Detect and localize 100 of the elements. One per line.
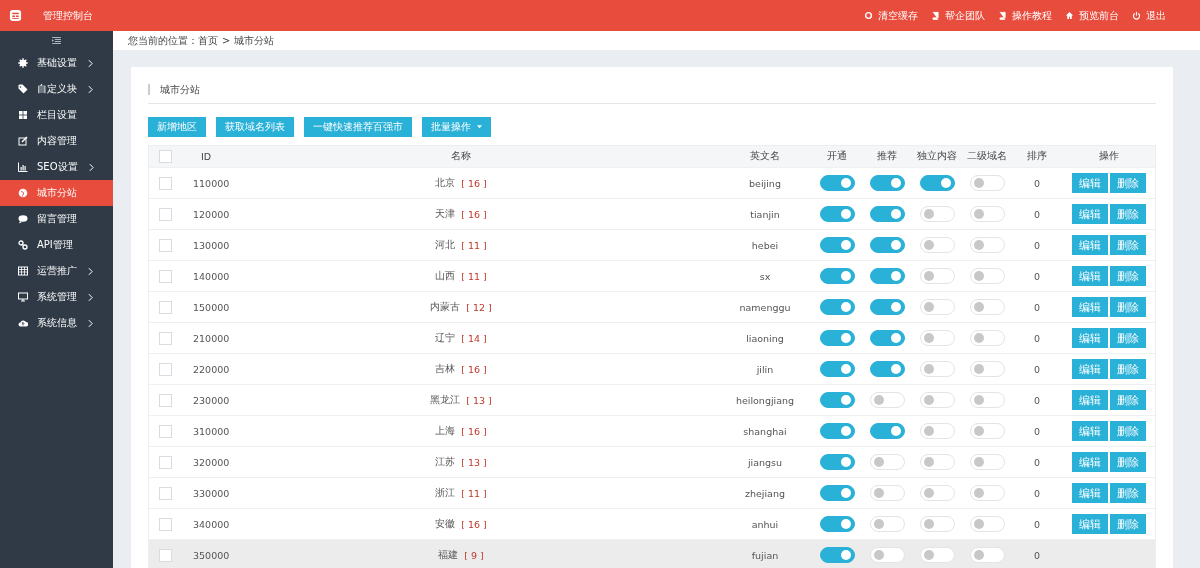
sidebar-item[interactable]: 城市分站 — [0, 180, 113, 206]
sidebar-item[interactable]: 栏目设置 — [0, 102, 113, 128]
header-link[interactable]: 操作教程 — [998, 8, 1052, 23]
table-cell: 120000 — [193, 208, 230, 220]
edit-button[interactable]: 编辑 — [1071, 297, 1108, 317]
toggle-switch[interactable] — [819, 268, 855, 284]
edit-button[interactable]: 编辑 — [1071, 452, 1108, 472]
menu-icon[interactable] — [52, 37, 61, 44]
toggle-switch[interactable] — [869, 206, 905, 222]
delete-button[interactable]: 删除 — [1109, 173, 1146, 193]
checkbox[interactable] — [158, 362, 172, 376]
edit-button[interactable]: 编辑 — [1071, 328, 1108, 348]
table-cell: 安徽 — [435, 517, 456, 531]
delete-button[interactable]: 删除 — [1109, 483, 1146, 503]
checkbox[interactable] — [158, 393, 172, 407]
toolbar-button[interactable]: 批量操作 — [422, 117, 491, 137]
toolbar-button[interactable]: 新增地区 — [148, 117, 206, 137]
sidebar-item[interactable]: 基础设置 — [0, 50, 113, 76]
table-cell: 北京 — [435, 176, 456, 190]
header-link[interactable]: 帮企团队 — [931, 8, 985, 23]
breadcrumb-link[interactable]: 城市分站 — [234, 33, 275, 48]
toggle-switch[interactable] — [819, 237, 855, 253]
edit-button[interactable]: 编辑 — [1071, 390, 1108, 410]
toggle-switch[interactable] — [819, 454, 855, 470]
delete-button[interactable]: 删除 — [1109, 297, 1146, 317]
edit-button[interactable]: 编辑 — [1071, 514, 1108, 534]
sidebar-item[interactable]: 运营推广 — [0, 258, 113, 284]
power-icon — [1132, 11, 1141, 20]
sidebar-item[interactable]: 系统管理 — [0, 284, 113, 310]
toggle-switch[interactable] — [819, 485, 855, 501]
toggle-switch[interactable] — [869, 423, 905, 439]
delete-button[interactable]: 删除 — [1109, 235, 1146, 255]
toggle-switch[interactable] — [819, 206, 855, 222]
sidebar-item[interactable]: API管理 — [0, 232, 113, 258]
table-cell: zhejiang — [745, 487, 785, 499]
breadcrumb-link[interactable]: 首页 — [198, 33, 218, 48]
sidebar-item[interactable]: 自定义块 — [0, 76, 113, 102]
table-cell: 天津 — [435, 207, 456, 221]
checkbox[interactable] — [158, 207, 172, 221]
checkbox[interactable] — [158, 331, 172, 345]
table-cell: 内蒙古 — [430, 300, 461, 314]
toggle-switch[interactable] — [819, 299, 855, 315]
toggle-switch[interactable] — [819, 175, 855, 191]
edit-button[interactable]: 编辑 — [1071, 204, 1108, 224]
edit-button[interactable]: 编辑 — [1071, 266, 1108, 286]
edit-button[interactable]: 编辑 — [1071, 421, 1108, 441]
table-cell: 0 — [1033, 177, 1040, 189]
toolbar-button[interactable]: 获取域名列表 — [216, 117, 294, 137]
sidebar-item[interactable]: 内容管理 — [0, 128, 113, 154]
checkbox[interactable] — [158, 486, 172, 500]
sidebar-item[interactable]: SEO设置 — [0, 154, 113, 180]
toggle-switch[interactable] — [869, 175, 905, 191]
checkbox[interactable] — [158, 269, 172, 283]
header-link[interactable]: 预览前台 — [1065, 8, 1119, 23]
toolbar-button[interactable]: 一键快速推荐百强市 — [304, 117, 412, 137]
toggle-switch[interactable] — [869, 299, 905, 315]
toggle-switch[interactable] — [819, 392, 855, 408]
header-link[interactable]: 清空缓存 — [864, 8, 918, 23]
delete-button[interactable]: 删除 — [1109, 514, 1146, 534]
edit-button[interactable]: 编辑 — [1071, 235, 1108, 255]
table-cell: 0 — [1033, 270, 1040, 282]
table-cell: tianjin — [750, 208, 780, 220]
delete-button[interactable]: 删除 — [1109, 204, 1146, 224]
table-cell: 江苏 — [435, 455, 456, 469]
checkbox[interactable] — [158, 548, 172, 562]
delete-button[interactable]: 删除 — [1109, 421, 1146, 441]
delete-button[interactable]: 删除 — [1109, 390, 1146, 410]
checkbox[interactable] — [158, 424, 172, 438]
toggle-switch[interactable] — [819, 330, 855, 346]
count-label: [ 16 ] — [461, 177, 487, 189]
edit-button[interactable]: 编辑 — [1071, 173, 1108, 193]
delete-button[interactable]: 删除 — [1109, 359, 1146, 379]
edit-button[interactable]: 编辑 — [1071, 483, 1108, 503]
header-link[interactable]: 退出 — [1132, 8, 1166, 23]
toggle-switch[interactable] — [819, 423, 855, 439]
checkbox[interactable] — [158, 150, 172, 163]
table-cell: fujian — [751, 549, 779, 561]
toggle-switch[interactable] — [819, 547, 855, 563]
checkbox[interactable] — [158, 517, 172, 531]
delete-button[interactable]: 删除 — [1109, 328, 1146, 348]
toggle-switch[interactable] — [919, 175, 955, 191]
column-header: ID — [201, 151, 212, 162]
toggle-switch[interactable] — [819, 361, 855, 377]
sidebar-item[interactable]: 系统信息 — [0, 310, 113, 336]
checkbox[interactable] — [158, 238, 172, 252]
delete-button[interactable]: 删除 — [1109, 452, 1146, 472]
count-label: [ 16 ] — [461, 518, 487, 530]
toggle-switch[interactable] — [819, 516, 855, 532]
table-cell: 330000 — [193, 487, 230, 499]
toggle-switch[interactable] — [869, 361, 905, 377]
checkbox[interactable] — [158, 300, 172, 314]
edit-button[interactable]: 编辑 — [1071, 359, 1108, 379]
checkbox[interactable] — [158, 176, 172, 190]
toggle-switch[interactable] — [869, 237, 905, 253]
cloud-icon — [18, 318, 28, 328]
delete-button[interactable]: 删除 — [1109, 266, 1146, 286]
checkbox[interactable] — [158, 455, 172, 469]
toggle-switch[interactable] — [869, 268, 905, 284]
toggle-switch[interactable] — [869, 330, 905, 346]
sidebar-item[interactable]: 留言管理 — [0, 206, 113, 232]
